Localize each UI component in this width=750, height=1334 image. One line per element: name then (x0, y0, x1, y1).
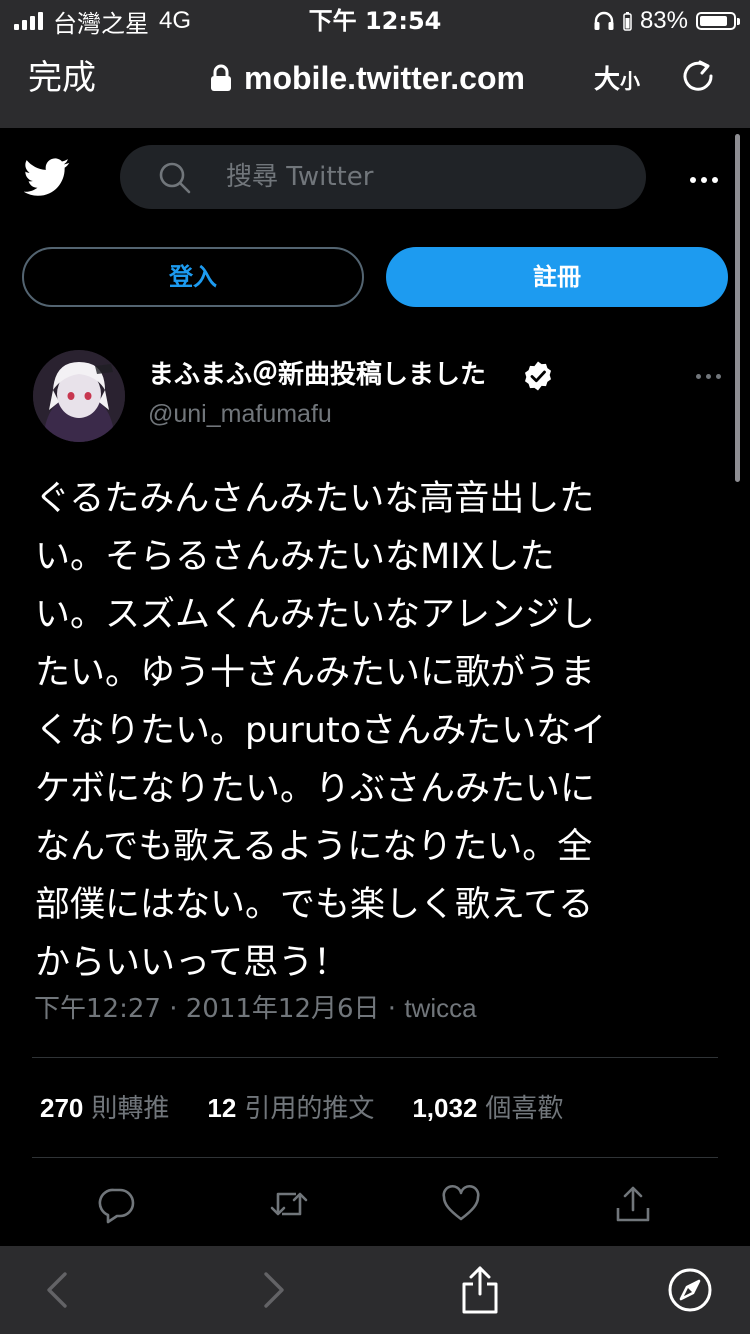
tweet-date[interactable]: 2011年12月6日 (186, 994, 380, 1024)
avatar[interactable] (33, 350, 125, 442)
like-count[interactable]: 1,032 個喜歡 (412, 1088, 563, 1128)
battery-icon (696, 12, 740, 30)
status-bar: 台灣之星 4G 下午 12:54 83% (0, 0, 750, 42)
browser-toolbar (0, 1246, 750, 1334)
like-icon[interactable] (441, 1184, 481, 1224)
search-icon (159, 162, 191, 194)
user-handle[interactable]: @uni_mafumafu (148, 396, 332, 432)
lock-icon (211, 64, 231, 91)
text-size-small: 小 (620, 69, 641, 93)
display-name[interactable]: まふまふ＠新曲投稿しました (148, 356, 486, 394)
forward-icon[interactable] (248, 1266, 296, 1314)
share-page-icon[interactable] (456, 1266, 504, 1314)
retweet-icon[interactable] (269, 1184, 309, 1224)
verified-badge-icon (525, 361, 551, 391)
divider (32, 1157, 718, 1158)
signup-button[interactable]: 註冊 (386, 247, 728, 307)
done-button[interactable]: 完成 (28, 56, 96, 100)
reload-icon[interactable] (676, 54, 720, 98)
twitter-logo-icon[interactable] (24, 154, 70, 200)
url-text: mobile.twitter.com (244, 59, 525, 96)
retweet-count[interactable]: 270 則轉推 (40, 1088, 169, 1128)
tweet-time[interactable]: 下午12:27 (34, 994, 161, 1024)
battery-vertical-icon (623, 12, 632, 31)
text-size-button[interactable]: 大小 (594, 62, 640, 99)
reply-icon[interactable] (97, 1184, 137, 1224)
meta-separator: · (169, 994, 178, 1024)
more-options-icon[interactable] (684, 160, 724, 200)
share-icon[interactable] (613, 1184, 653, 1224)
quote-count[interactable]: 12 引用的推文 (207, 1088, 374, 1128)
address-bar[interactable]: mobile.twitter.com (210, 56, 525, 100)
page-scrollbar[interactable] (735, 134, 740, 482)
divider (32, 1057, 718, 1058)
search-placeholder: 搜尋 Twitter (226, 162, 374, 192)
tweet-more-icon[interactable] (688, 364, 728, 388)
tweet-source[interactable]: twicca (404, 993, 476, 1023)
search-input[interactable]: 搜尋 Twitter (120, 145, 646, 209)
status-right: 83% (593, 4, 740, 38)
login-button[interactable]: 登入 (22, 247, 364, 307)
tweet-meta: 下午12:27 · 2011年12月6日 · twicca (34, 988, 477, 1029)
headphones-icon (594, 11, 614, 30)
browser-bar: 完成 mobile.twitter.com 大小 (0, 42, 750, 128)
meta-separator: · (387, 994, 397, 1024)
avatar-image (33, 350, 125, 442)
tweet-text: ぐるたみんさんみたいな高音出した い。そらるさんみたいなMIXした い。スズムく… (35, 479, 607, 983)
compass-icon[interactable] (666, 1266, 714, 1314)
text-size-big: 大 (594, 65, 621, 95)
tweet-stats: 270 則轉推 12 引用的推文 1,032 個喜歡 (40, 1088, 563, 1128)
back-icon[interactable] (35, 1266, 83, 1314)
battery-percent: 83% (639, 7, 688, 34)
